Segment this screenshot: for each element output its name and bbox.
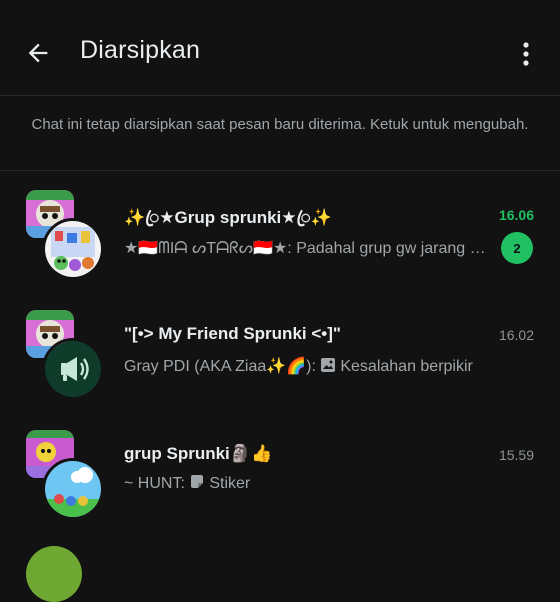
archive-settings-notice[interactable]: Chat ini tetap diarsipkan saat pesan bar… bbox=[30, 114, 530, 135]
chat-row-my-friend-sprunki[interactable]: "[•> My Friend Sprunki <•]" 16.02 Gray P… bbox=[0, 300, 560, 418]
chat-name: "[•> My Friend Sprunki <•]" bbox=[124, 324, 341, 343]
avatar[interactable] bbox=[26, 546, 82, 602]
back-button[interactable] bbox=[18, 33, 58, 73]
community-announcement-avatar bbox=[42, 338, 104, 400]
app-bar: Diarsipkan bbox=[0, 0, 560, 96]
preview-sender: Gray PDI (AKA Ziaa✨🌈): bbox=[124, 358, 316, 375]
preview-sender: ~ HUNT: bbox=[124, 475, 185, 492]
more-options-button[interactable] bbox=[508, 36, 544, 72]
chat-time: 16.06 bbox=[498, 207, 534, 223]
arrow-left-icon bbox=[28, 43, 48, 63]
sticker-icon bbox=[191, 475, 204, 488]
chat-time: 15.59 bbox=[498, 447, 534, 463]
page-title: Diarsipkan bbox=[80, 36, 201, 64]
unread-count-badge: 2 bbox=[501, 232, 533, 264]
chat-preview: Gray PDI (AKA Ziaa✨🌈): Kesalahan berpiki… bbox=[124, 356, 520, 376]
chat-preview: ★🇮🇩ᗰIᗩ ᔕTᗩᖇᔕ🇮🇩★: Padahal grup gw jarang … bbox=[124, 240, 490, 257]
chat-name: grup Sprunki🗿👍 bbox=[124, 444, 273, 463]
divider bbox=[0, 170, 560, 171]
group-avatar bbox=[26, 430, 104, 520]
chat-row-grup-sprunki-2[interactable]: grup Sprunki🗿👍 15.59 ~ HUNT: Stiker bbox=[0, 420, 560, 538]
avatar-front-image bbox=[42, 218, 104, 280]
group-avatar bbox=[26, 310, 104, 400]
chat-name: ✨ꦿ★Grup sprunki★ꦿ✨ bbox=[124, 208, 332, 227]
avatar-front-image bbox=[42, 458, 104, 520]
more-vertical-icon bbox=[523, 42, 529, 66]
chat-preview: ~ HUNT: Stiker bbox=[124, 474, 520, 493]
chat-time: 16.02 bbox=[498, 327, 534, 343]
preview-text: Kesalahan berpikir bbox=[340, 358, 473, 375]
chat-row-grup-sprunki[interactable]: ✨ꦿ★Grup sprunki★ꦿ✨ 16.06 ★🇮🇩ᗰIᗩ ᔕTᗩᖇᔕ🇮🇩★… bbox=[0, 180, 560, 298]
group-avatar bbox=[26, 190, 104, 280]
preview-text: Stiker bbox=[209, 475, 251, 492]
image-icon bbox=[321, 358, 336, 372]
